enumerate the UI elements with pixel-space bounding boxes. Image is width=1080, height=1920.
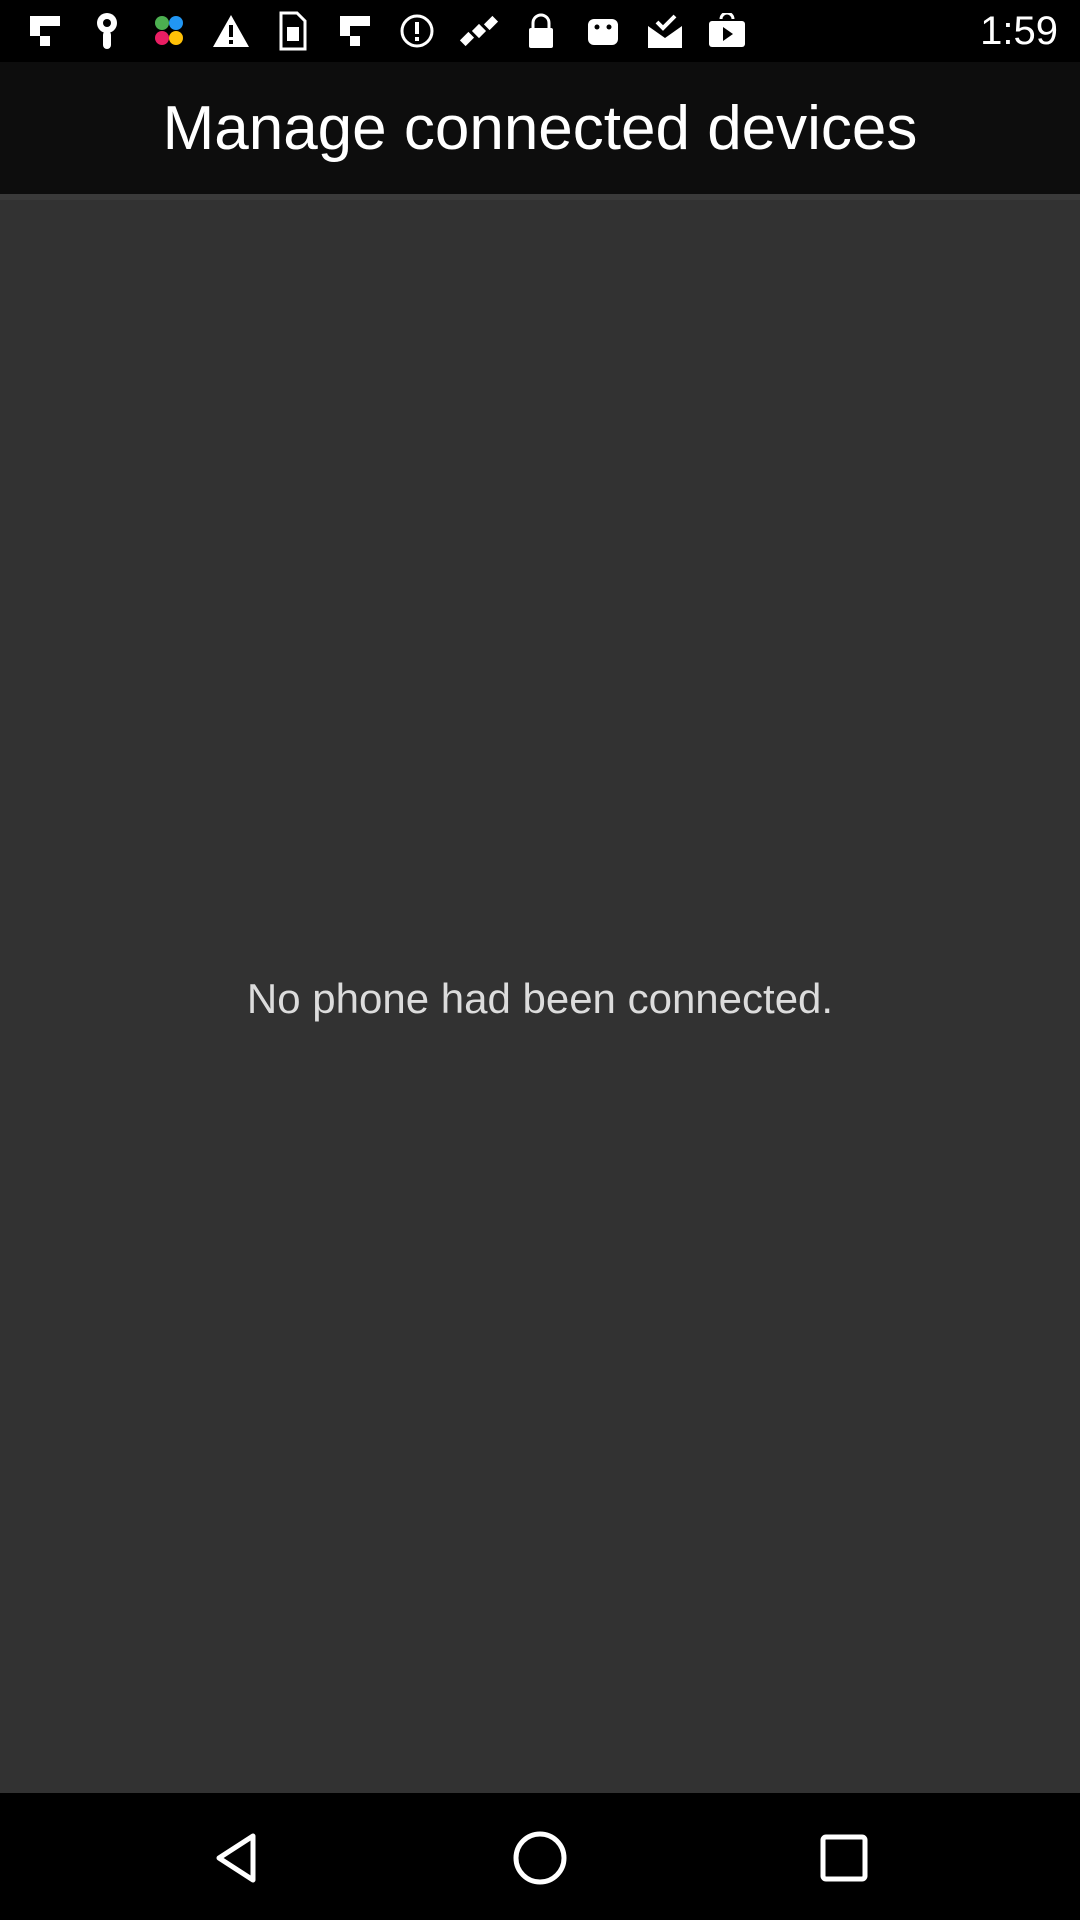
page-title: Manage connected devices [162, 93, 918, 163]
empty-state-message: No phone had been connected. [246, 975, 834, 1022]
play-store-icon [706, 10, 748, 52]
sim-card-icon [272, 10, 314, 52]
warning-icon [210, 10, 252, 52]
recents-icon [820, 1834, 868, 1882]
photos-pinwheel-icon [148, 10, 190, 52]
android-icon [582, 10, 624, 52]
maps-pin-icon [86, 10, 128, 52]
mail-check-icon [644, 10, 686, 52]
title-bar: Manage connected devices [0, 62, 1080, 194]
status-bar: 1:59 [0, 0, 1080, 62]
flipboard-icon [24, 10, 66, 52]
recents-button[interactable] [809, 1823, 879, 1893]
home-button[interactable] [505, 1823, 575, 1893]
notification-icons [0, 10, 748, 52]
back-button[interactable] [202, 1823, 272, 1893]
info-circle-icon [396, 10, 438, 52]
back-icon [216, 1833, 256, 1883]
status-time: 1:59 [980, 9, 1058, 53]
fake-gps-satellite-icon [458, 10, 500, 52]
flipboard-icon [334, 10, 376, 52]
navigation-bar [0, 1793, 1080, 1920]
lock-icon [520, 10, 562, 52]
screen: 1:59 Manage connected devices No phone h… [0, 0, 1080, 1920]
home-icon [513, 1831, 567, 1885]
content-area: No phone had been connected. [0, 200, 1080, 1793]
